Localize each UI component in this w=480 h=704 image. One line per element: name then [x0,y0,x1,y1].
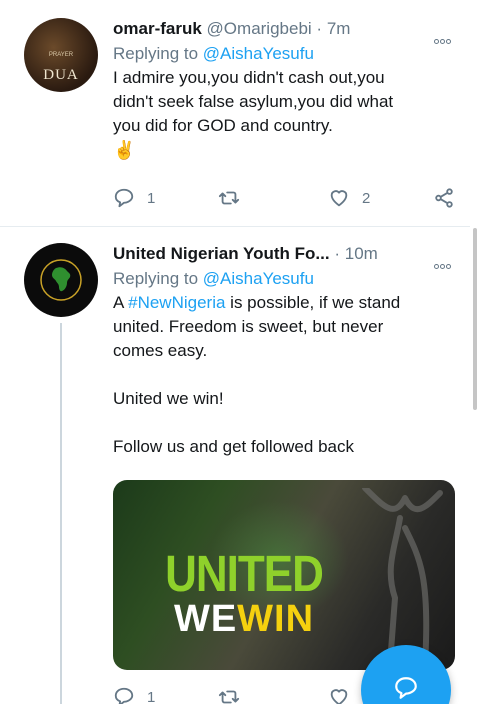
thread-connector [60,323,62,704]
timestamp[interactable]: 10m [345,244,378,263]
tweet-content: omar-faruk @Omarigbebi · 7m Replying to … [113,16,458,162]
share-icon [435,188,453,208]
replying-to-label: Replying to [113,269,203,288]
text-line: comes easy. [113,341,208,360]
tweet-header: United Nigerian Youth Fo... · 10m [113,241,458,269]
like-button[interactable]: 2 [328,186,370,210]
text-line: A #NewNigeria is possible, if we stand [113,291,458,315]
retweet-button[interactable] [218,685,240,704]
reply-icon [114,687,134,704]
mention-link[interactable]: @AishaYesufu [203,44,314,63]
reply-icon [114,188,134,208]
media-title-wewin: WEWIN [113,598,375,641]
avatar-text: DUA [43,67,79,83]
text-line: united. Freedom is sweet, but never [113,317,384,336]
tweet-text: A #NewNigeria is possible, if we stand u… [113,291,458,459]
like-button[interactable] [328,685,350,704]
replying-to: Replying to @AishaYesufu [113,42,458,66]
tweet[interactable]: PRAYER DUA omar-faruk @Omarigbebi · 7m R… [0,0,470,227]
avatar[interactable]: PRAYER DUA [24,18,98,92]
emoji: ✌️ [113,140,136,160]
retweet-icon [218,690,240,704]
like-count: 2 [362,189,371,207]
retweet-icon [218,191,240,205]
reply-button[interactable]: 1 [113,685,155,704]
avatar[interactable] [24,243,98,317]
tweet-text: I admire you,you didn't cash out,you did… [113,66,458,162]
text-prefix: A [113,293,129,312]
media-title-win: WIN [237,598,315,640]
hashtag-link[interactable]: #NewNigeria [128,293,225,312]
timestamp[interactable]: 7m [327,19,351,38]
text-line: you did for GOD and country. [113,116,333,135]
replying-to-label: Replying to [113,44,203,63]
replying-to: Replying to @AishaYesufu [113,267,458,291]
tweet-actions: 1 2 [113,186,463,210]
more-icon[interactable] [434,251,456,269]
separator-dot: · [316,19,323,38]
tweet-media-image[interactable]: UNITED WEWIN [113,480,455,670]
africa-emblem-icon [40,259,82,301]
display-name[interactable]: United Nigerian Youth Fo... [113,244,330,263]
reply-count: 1 [147,688,156,704]
reply-button[interactable]: 1 [113,186,155,210]
scrollbar[interactable] [473,228,477,410]
retweet-button[interactable] [218,186,240,210]
text-line: I admire you,you didn't cash out,you [113,68,385,87]
media-title-we: WE [173,598,238,640]
text-line: didn't seek false asylum,you did what [113,92,394,111]
media-title-united: UNITED [165,546,324,603]
display-name[interactable]: omar-faruk [113,19,202,38]
text-rest: is possible, if we stand [225,293,401,312]
mention-link[interactable]: @AishaYesufu [203,269,314,288]
reply-count: 1 [147,189,156,207]
text-line: Follow us and get followed back [113,437,354,456]
share-button[interactable] [433,186,455,210]
tweet[interactable]: United Nigerian Youth Fo... · 10m Replyi… [0,227,470,704]
avatar-subtext: PRAYER [48,52,74,58]
timeline: PRAYER DUA omar-faruk @Omarigbebi · 7m R… [0,0,480,704]
tweet-content: United Nigerian Youth Fo... · 10m Replyi… [113,241,458,459]
text-line: United we win! [113,389,224,408]
separator-dot: · [334,244,340,263]
compose-reply-icon [395,677,417,699]
user-handle[interactable]: @Omarigbebi [207,19,312,38]
tweet-header: omar-faruk @Omarigbebi · 7m [113,16,458,44]
heart-icon [330,190,348,207]
more-icon[interactable] [434,26,456,44]
heart-icon [330,689,348,704]
